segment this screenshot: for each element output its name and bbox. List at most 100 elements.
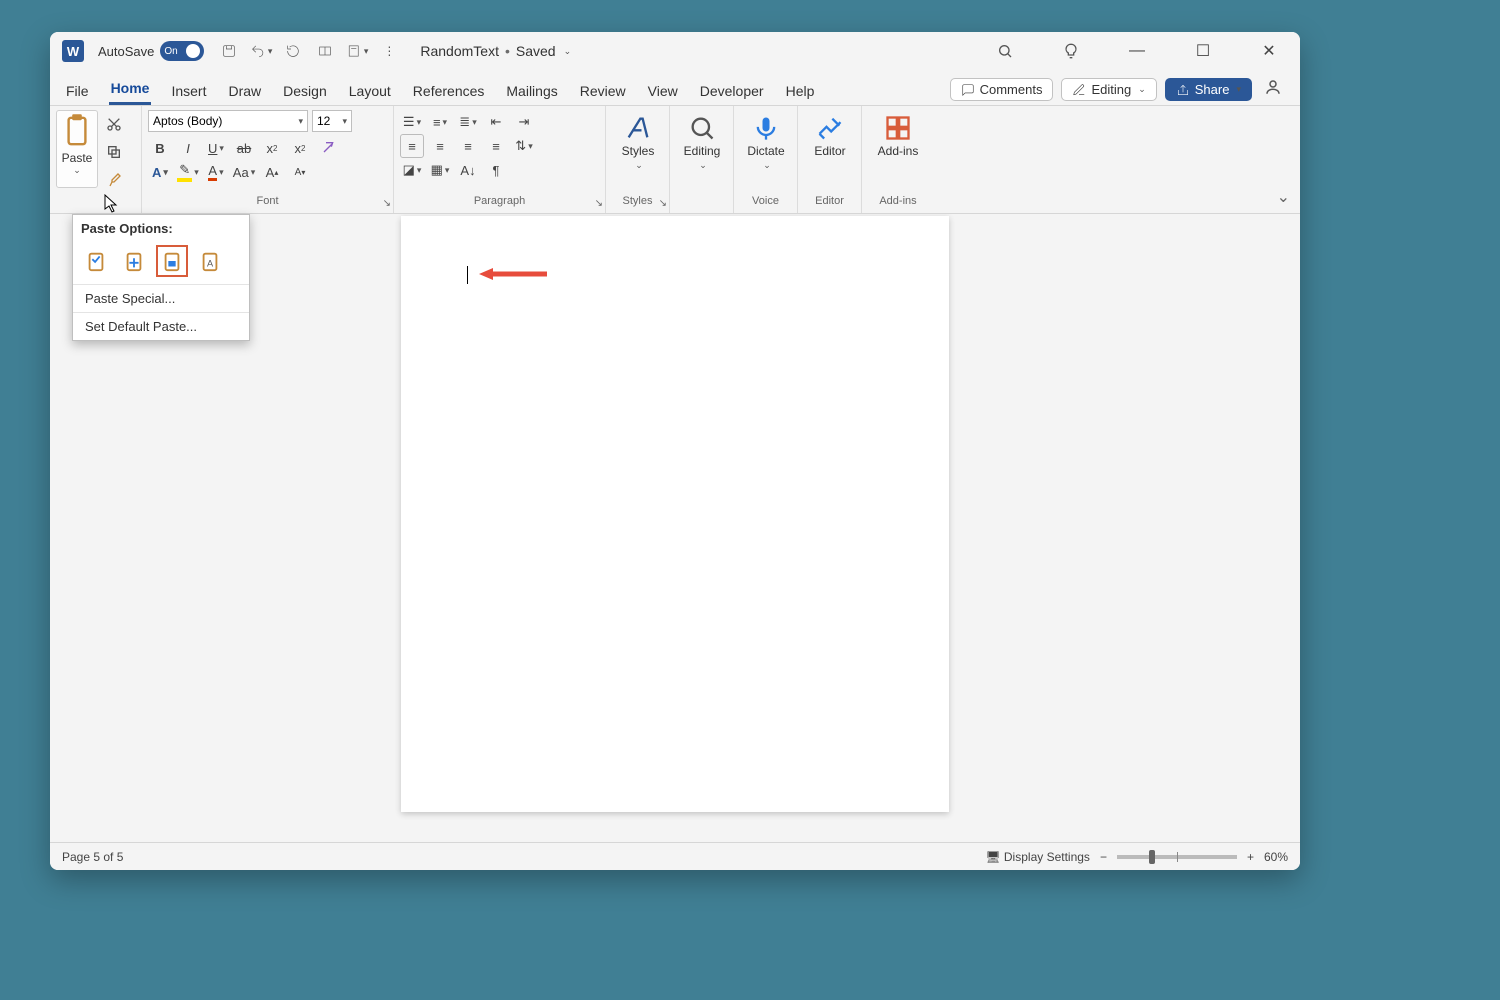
editing-mode-button[interactable]: Editing⌄ (1061, 78, 1156, 101)
qat-item-4-icon[interactable]: ▾ (346, 40, 368, 62)
paste-text-only-icon[interactable]: A (195, 246, 225, 276)
doc-status: Saved (516, 43, 556, 59)
collapse-ribbon-icon[interactable]: ⌄ (1277, 187, 1290, 207)
tab-home[interactable]: Home (109, 74, 152, 105)
cut-icon[interactable] (102, 112, 126, 136)
numbering-button[interactable]: ≡▾ (428, 110, 452, 134)
paste-keep-source-icon[interactable] (81, 246, 111, 276)
addins-group-label: Add-ins (868, 195, 928, 211)
paste-special-item[interactable]: Paste Special... (73, 284, 249, 312)
page-info[interactable]: Page 5 of 5 (62, 850, 123, 864)
document-title[interactable]: RandomText • Saved ⌄ (420, 43, 571, 59)
share-button[interactable]: Share▾ (1165, 78, 1252, 101)
set-default-paste-item[interactable]: Set Default Paste... (73, 312, 249, 340)
paste-picture-icon[interactable] (157, 246, 187, 276)
autosave-toggle[interactable]: On (160, 41, 204, 61)
italic-button[interactable]: I (176, 136, 200, 160)
word-app-icon: W (62, 40, 84, 62)
paste-dropdown-icon[interactable]: ⌄ (73, 165, 81, 176)
justify-button[interactable]: ≡ (484, 134, 508, 158)
qat-customize-icon[interactable]: ⋮ (378, 40, 400, 62)
close-button[interactable]: ✕ (1250, 32, 1288, 70)
subscript-button[interactable]: x2 (260, 136, 284, 160)
tab-mailings[interactable]: Mailings (504, 77, 559, 105)
shrink-font-button[interactable]: A▾ (288, 160, 312, 184)
clear-formatting-icon[interactable] (316, 136, 340, 160)
tab-help[interactable]: Help (784, 77, 817, 105)
zoom-in-button[interactable]: + (1247, 850, 1254, 864)
paragraph-group: ☰▾ ≡▾ ≣▾ ⇤ ⇥ ≡ ≡ ≡ ≡ ⇅▾ ◪▾ ▦▾ A↓ ¶ Parag… (394, 106, 606, 213)
zoom-slider[interactable] (1117, 855, 1237, 859)
underline-button[interactable]: U▾ (204, 136, 228, 160)
format-painter-icon[interactable] (102, 168, 126, 192)
paste-button[interactable]: Paste ⌄ (56, 110, 98, 188)
zoom-out-button[interactable]: − (1100, 850, 1107, 864)
search-icon[interactable] (986, 32, 1024, 70)
show-marks-button[interactable]: ¶ (484, 158, 508, 182)
copy-icon[interactable] (102, 140, 126, 164)
strikethrough-button[interactable]: ab (232, 136, 256, 160)
comments-label: Comments (980, 82, 1043, 97)
undo-icon[interactable]: ▾ (250, 40, 272, 62)
statusbar: Page 5 of 5 🖥 Display Settings − + 60% (50, 842, 1300, 870)
tab-layout[interactable]: Layout (347, 77, 393, 105)
multilevel-button[interactable]: ≣▾ (456, 110, 480, 134)
tab-draw[interactable]: Draw (226, 77, 263, 105)
align-left-button[interactable]: ≡ (400, 134, 424, 158)
dictate-button[interactable]: Dictate⌄ (740, 110, 792, 175)
save-icon[interactable] (218, 40, 240, 62)
comments-button[interactable]: Comments (950, 78, 1054, 101)
account-icon[interactable] (1260, 78, 1286, 101)
toggle-knob (186, 44, 200, 58)
font-size-combo[interactable]: 12▾ (312, 110, 352, 132)
highlight-button[interactable]: ✎▾ (176, 160, 200, 184)
change-case-button[interactable]: Aa▾ (232, 160, 256, 184)
superscript-button[interactable]: x2 (288, 136, 312, 160)
font-color-button[interactable]: A▾ (204, 160, 228, 184)
align-right-button[interactable]: ≡ (456, 134, 480, 158)
tab-references[interactable]: References (411, 77, 487, 105)
styles-group: Styles⌄ Styles ↘ (606, 106, 670, 213)
grow-font-button[interactable]: A▴ (260, 160, 284, 184)
redo-icon[interactable] (282, 40, 304, 62)
tab-view[interactable]: View (646, 77, 680, 105)
clipboard-group: Paste ⌄ (50, 106, 142, 213)
maximize-button[interactable]: ☐ (1184, 32, 1222, 70)
zoom-level[interactable]: 60% (1264, 850, 1288, 864)
paragraph-dialog-launcher-icon[interactable]: ↘ (595, 198, 603, 209)
font-name-combo[interactable]: Aptos (Body)▾ (148, 110, 308, 132)
autosave-state: On (164, 46, 177, 57)
addins-button[interactable]: Add-ins (868, 110, 928, 162)
document-page[interactable] (401, 216, 949, 812)
minimize-button[interactable]: — (1118, 32, 1156, 70)
paste-merge-icon[interactable] (119, 246, 149, 276)
qat-item-3-icon[interactable] (314, 40, 336, 62)
borders-button[interactable]: ▦▾ (428, 158, 452, 182)
tab-developer[interactable]: Developer (698, 77, 766, 105)
increase-indent-button[interactable]: ⇥ (512, 110, 536, 134)
shading-button[interactable]: ◪▾ (400, 158, 424, 182)
editing-btn-label: Editing (684, 144, 721, 158)
sort-button[interactable]: A↓ (456, 158, 480, 182)
bullets-button[interactable]: ☰▾ (400, 110, 424, 134)
display-settings-button[interactable]: 🖥 Display Settings (985, 850, 1090, 864)
align-center-button[interactable]: ≡ (428, 134, 452, 158)
text-cursor (467, 266, 468, 284)
tab-design[interactable]: Design (281, 77, 329, 105)
tab-review[interactable]: Review (578, 77, 628, 105)
editor-button[interactable]: Editor (804, 110, 856, 162)
decrease-indent-button[interactable]: ⇤ (484, 110, 508, 134)
tab-file[interactable]: File (64, 77, 91, 105)
clipboard-icon (62, 113, 92, 149)
font-dialog-launcher-icon[interactable]: ↘ (383, 198, 391, 209)
styles-button[interactable]: Styles⌄ (612, 110, 664, 175)
tab-insert[interactable]: Insert (169, 77, 208, 105)
ribbon-tabs: File Home Insert Draw Design Layout Refe… (50, 70, 1300, 106)
lightbulb-icon[interactable] (1052, 32, 1090, 70)
display-settings-label: Display Settings (1004, 850, 1090, 864)
editing-button[interactable]: Editing⌄ (676, 110, 728, 175)
styles-dialog-launcher-icon[interactable]: ↘ (659, 198, 667, 209)
text-effects-button[interactable]: A▾ (148, 160, 172, 184)
line-spacing-button[interactable]: ⇅▾ (512, 134, 536, 158)
bold-button[interactable]: B (148, 136, 172, 160)
